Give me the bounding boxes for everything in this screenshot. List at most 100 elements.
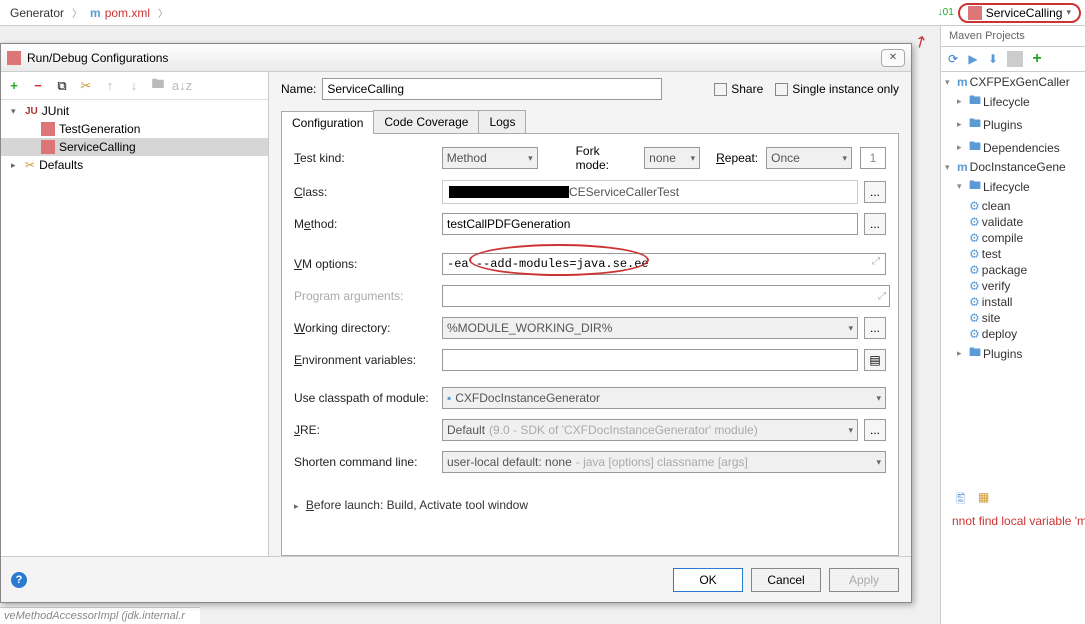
config-list-panel: + − ⧉ ✂ ↑ ↓ 🖿 a↓z ▾JUJUnit TestGeneratio… <box>1 72 269 556</box>
maven-project-node[interactable]: ▾mDocInstanceGene <box>941 159 1085 175</box>
app-icon <box>41 122 55 136</box>
env-vars-field[interactable] <box>442 349 858 371</box>
separator <box>1007 51 1023 67</box>
file-icon[interactable]: 🖺 <box>956 490 972 506</box>
maven-goal-verify[interactable]: ⚙verify <box>941 278 1085 294</box>
fork-mode-label: Fork mode: <box>576 144 637 172</box>
repeat-select[interactable]: Once▾ <box>766 147 852 169</box>
method-label: Method: <box>294 217 434 231</box>
dialog-title: Run/Debug Configurations <box>27 51 168 65</box>
refresh-icon[interactable]: ⟳ <box>945 51 961 67</box>
maven-lifecycle-node[interactable]: ▾🖿Lifecycle <box>941 175 1085 198</box>
shorten-cmd-label: Shorten command line: <box>294 455 434 469</box>
method-field[interactable] <box>442 213 858 235</box>
shorten-cmd-select[interactable]: user-local default: none- java [options]… <box>442 451 886 473</box>
browse-button[interactable]: ... <box>864 317 886 339</box>
maven-goal-site[interactable]: ⚙site <box>941 310 1085 326</box>
browse-button[interactable]: ... <box>864 181 886 203</box>
before-launch-section[interactable]: ▸ Before launch: Build, Activate tool wi… <box>294 498 886 512</box>
expand-icon[interactable]: ⤢ <box>872 256 880 267</box>
breadcrumb-file[interactable]: m pom.xml <box>84 4 156 22</box>
copy-icon[interactable]: ⧉ <box>53 77 71 95</box>
run-debug-config-dialog: Run/Debug Configurations ✕ + − ⧉ ✂ ↑ ↓ 🖿… <box>0 43 912 603</box>
tree-config-servicecalling[interactable]: ServiceCalling <box>1 138 268 156</box>
tree-junit-group[interactable]: ▾JUJUnit <box>1 102 268 120</box>
maven-plugins-node[interactable]: ▸🖿Plugins <box>941 342 1085 365</box>
download-icon[interactable]: ⬇ <box>985 51 1001 67</box>
config-tabs: Configuration Code Coverage Logs <box>281 110 899 134</box>
add-icon[interactable]: + <box>1029 51 1045 67</box>
maven-m-icon: m <box>90 6 101 20</box>
tree-defaults-group[interactable]: ▸✂Defaults <box>1 156 268 174</box>
maven-deps-node[interactable]: ▸🖿Dependencies <box>941 136 1085 159</box>
name-field[interactable] <box>322 78 662 100</box>
env-vars-label: Environment variables: <box>294 353 434 367</box>
chevron-right-icon: 〉 <box>158 5 168 20</box>
config-tree: ▾JUJUnit TestGeneration ServiceCalling ▸… <box>1 100 268 556</box>
maven-goal-compile[interactable]: ⚙compile <box>941 230 1085 246</box>
run-config-selector[interactable]: ServiceCalling ▾ <box>958 3 1081 23</box>
cancel-button[interactable]: Cancel <box>751 568 821 592</box>
tree-config-testgen[interactable]: TestGeneration <box>1 120 268 138</box>
tab-configuration[interactable]: Configuration <box>281 111 374 134</box>
name-label: Name: <box>281 82 316 96</box>
single-instance-checkbox[interactable]: Single instance only <box>775 82 899 96</box>
jre-select[interactable]: Default(9.0 - SDK of 'CXFDocInstanceGene… <box>442 419 858 441</box>
vm-options-label: VM options: <box>294 257 434 271</box>
maven-lifecycle-node[interactable]: ▸🖿Lifecycle <box>941 90 1085 113</box>
browse-button[interactable]: ... <box>864 213 886 235</box>
fork-mode-select: none▾ <box>644 147 700 169</box>
single-label: Single instance only <box>792 82 899 96</box>
vm-options-field[interactable] <box>442 253 886 275</box>
maven-goal-deploy[interactable]: ⚙deploy <box>941 326 1085 342</box>
close-icon[interactable]: ✕ <box>881 49 905 67</box>
test-kind-select[interactable]: Method▾ <box>442 147 538 169</box>
app-icon <box>968 6 982 20</box>
maven-goal-package[interactable]: ⚙package <box>941 262 1085 278</box>
repeat-count-field <box>860 147 886 169</box>
maven-panel: Maven Projects ⟳ ▶ ⬇ + ▾mCXFPExGenCaller… <box>940 26 1085 624</box>
download-icon[interactable]: ↓01 <box>938 7 954 18</box>
class-label: Class: <box>294 185 434 199</box>
folder-icon[interactable]: 🖿 <box>149 77 167 95</box>
table-icon[interactable]: ▦ <box>978 490 994 506</box>
maven-plugins-node[interactable]: ▸🖿Plugins <box>941 113 1085 136</box>
expand-icon[interactable]: ⤢ <box>878 291 886 302</box>
ok-button[interactable]: OK <box>673 568 743 592</box>
classpath-label: Use classpath of module: <box>294 391 434 405</box>
chevron-down-icon: ▾ <box>1066 7 1071 18</box>
move-down-icon[interactable]: ↓ <box>125 77 143 95</box>
maven-goal-clean[interactable]: ⚙clean <box>941 198 1085 214</box>
chevron-right-icon: ▸ <box>294 501 299 511</box>
breadcrumb-project[interactable]: Generator <box>4 4 70 22</box>
maven-goal-install[interactable]: ⚙install <box>941 294 1085 310</box>
browse-button[interactable]: ... <box>864 419 886 441</box>
tab-logs[interactable]: Logs <box>478 110 526 133</box>
move-up-icon[interactable]: ↑ <box>101 77 119 95</box>
app-icon <box>41 140 55 154</box>
classpath-select[interactable]: ▪CXFDocInstanceGenerator▾ <box>442 387 886 409</box>
run-maven-icon[interactable]: ▶ <box>965 51 981 67</box>
share-label: Share <box>731 82 763 96</box>
maven-goal-test[interactable]: ⚙test <box>941 246 1085 262</box>
configuration-tab-body: Test kind: Method▾ Fork mode: none▾ Repe… <box>281 134 899 556</box>
chevron-right-icon: 〉 <box>72 5 82 20</box>
project-label: Generator <box>10 6 64 20</box>
help-icon[interactable]: ? <box>11 572 27 588</box>
sort-icon[interactable]: a↓z <box>173 77 191 95</box>
wrench-icon[interactable]: ✂ <box>77 77 95 95</box>
maven-goal-validate[interactable]: ⚙validate <box>941 214 1085 230</box>
wrench-icon: ✂ <box>25 158 35 172</box>
file-label: pom.xml <box>105 6 150 20</box>
browse-button[interactable]: ▤ <box>864 349 886 371</box>
share-checkbox[interactable]: Share <box>714 82 763 96</box>
class-field[interactable]: CEServiceCallerTest <box>442 180 858 204</box>
tab-coverage[interactable]: Code Coverage <box>373 110 479 133</box>
remove-icon[interactable]: − <box>29 77 47 95</box>
add-icon[interactable]: + <box>5 77 23 95</box>
working-dir-field[interactable]: %MODULE_WORKING_DIR%▾ <box>442 317 858 339</box>
maven-project-node[interactable]: ▾mCXFPExGenCaller <box>941 74 1085 90</box>
bottom-tool-tabs: 🖺 ▦ <box>956 490 994 506</box>
config-form-panel: Name: Share Single instance only Configu… <box>269 72 911 556</box>
apply-button[interactable]: Apply <box>829 568 899 592</box>
